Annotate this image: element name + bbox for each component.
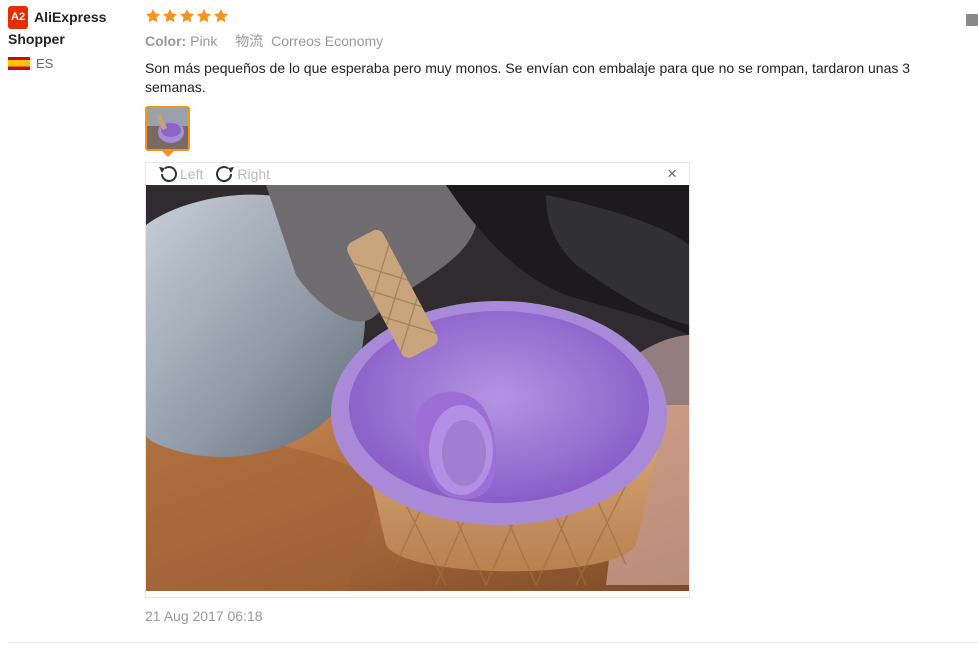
reviewer-country: ES (8, 56, 138, 71)
country-code: ES (36, 56, 54, 71)
star-icon (197, 9, 211, 23)
spain-flag-icon (8, 57, 30, 70)
review-photo (146, 185, 689, 591)
review-photo-thumbnail[interactable] (145, 106, 190, 151)
rotate-right-icon (216, 166, 235, 183)
report-icon[interactable] (966, 14, 978, 26)
star-icon (180, 9, 194, 23)
star-icon (214, 9, 228, 23)
close-viewer-button[interactable]: × (667, 165, 677, 182)
rotate-right-button[interactable]: Right (213, 163, 270, 185)
review-divider (8, 642, 978, 643)
review-date: 21 Aug 2017 06:18 (145, 608, 263, 624)
rotate-right-label: Right (237, 166, 271, 182)
review-photo-image (146, 185, 689, 591)
rating-stars (145, 6, 965, 26)
rotate-left-button[interactable]: Left (156, 163, 203, 185)
review-body: Color: Pink 物流 Correos Economy Son más p… (145, 6, 965, 157)
shipping-value: Correos Economy (271, 33, 384, 49)
star-icon (163, 9, 177, 23)
color-label: Color: (145, 33, 187, 49)
color-value: Pink (190, 33, 218, 49)
reviewer-level-badge: A2 (8, 6, 29, 29)
star-icon (146, 9, 160, 23)
reviewer-info: A2 AliExpress Shopper ES (8, 6, 138, 71)
thumbnail-image (147, 108, 188, 149)
thumbnail-pointer (162, 151, 174, 157)
shipping-label: 物流 (235, 33, 264, 49)
review-attributes: Color: Pink 物流 Correos Economy (145, 31, 965, 51)
reviewer-name-block: A2 AliExpress Shopper (8, 6, 138, 50)
review-text: Son más pequeños de lo que esperaba pero… (145, 60, 911, 95)
photo-viewer-toolbar: Left Right × (146, 163, 689, 185)
photo-viewer: Left Right × (145, 162, 690, 598)
rotate-left-label: Left (180, 166, 204, 182)
rotate-left-icon (159, 166, 177, 183)
